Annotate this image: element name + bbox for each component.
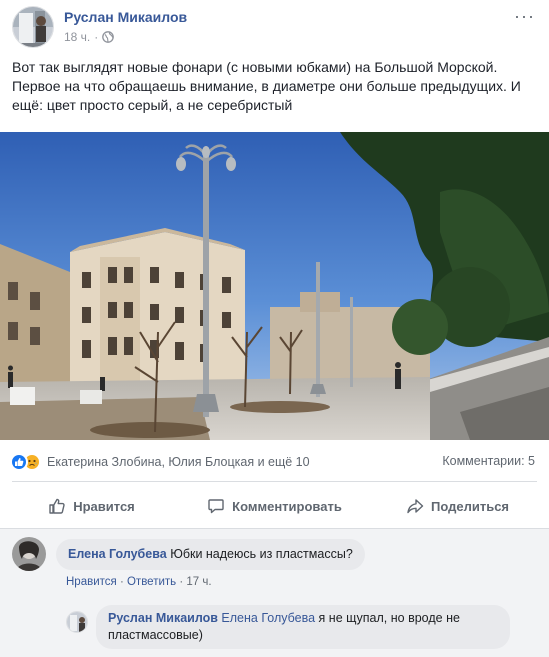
post-text: Вот так выглядят новые фонари (с новыми … [12,59,521,113]
comment-icon [208,499,224,514]
like-button[interactable]: Нравится [0,486,183,526]
thumbs-up-icon [49,498,65,514]
more-options-icon[interactable]: ··· [514,6,535,27]
author-name[interactable]: Руслан Микаилов [64,9,187,25]
post-meta: 18 ч. · [64,30,115,44]
post-time[interactable]: 18 ч. [64,30,90,44]
comment-text: Юбки надеюсь из пластмассы? [170,547,353,561]
action-bar: Нравится Комментировать Поделиться [0,486,549,526]
reply-bubble: Руслан Микаилов Елена Голубева я не щупа… [96,605,510,649]
like-icon [10,453,28,471]
comment-reply-link[interactable]: Ответить [127,576,176,588]
share-button-label: Поделиться [430,498,510,514]
reactors-names[interactable]: Екатерина Злобина, Юлия Блоцкая и ещё 10 [47,455,310,469]
globe-icon[interactable] [102,31,115,43]
reactions-summary[interactable]: Екатерина Злобина, Юлия Блоцкая и ещё 10 [10,452,310,472]
reply-author-avatar[interactable] [66,611,88,633]
share-button[interactable]: Поделиться [366,486,549,526]
comment-bubble: Елена Голубева Юбки надеюсь из пластмасс… [56,539,365,570]
post-header: Руслан Микаилов 18 ч. · ··· [0,0,549,52]
comment-author[interactable]: Елена Голубева [68,547,167,561]
comment-button-label: Комментировать [232,498,342,514]
comment-meta: Нравится · Ответить · 17 ч. [66,576,212,588]
comments-section: Елена Голубева Юбки надеюсь из пластмасс… [0,529,549,657]
reply-mention[interactable]: Елена Голубева [221,611,315,625]
like-button-label: Нравится [73,498,135,514]
reply-author[interactable]: Руслан Микаилов [108,611,218,625]
post-photo[interactable] [0,132,549,440]
commenter-avatar[interactable] [12,537,46,571]
divider [12,481,537,482]
comment-time[interactable]: 17 ч. [186,576,211,588]
share-icon [407,499,424,514]
meta-separator: · [94,30,99,44]
comments-count[interactable]: Комментарии: 5 [442,454,535,468]
author-avatar[interactable] [12,6,54,48]
comment-button[interactable]: Комментировать [183,486,366,526]
comment-like-link[interactable]: Нравится [66,576,117,588]
